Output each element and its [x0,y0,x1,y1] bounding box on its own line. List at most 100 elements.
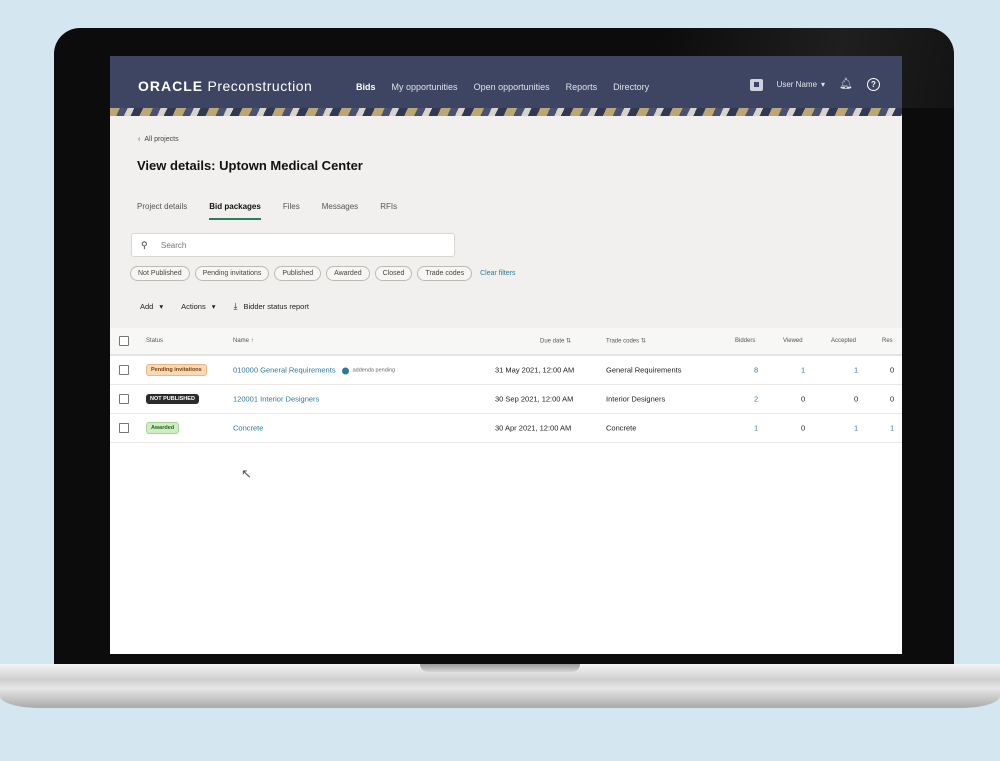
row-checkbox[interactable] [119,365,129,375]
caret-down-icon: ▾ [159,302,164,311]
search-box[interactable]: ⚲ [131,233,455,257]
table-row[interactable]: Awarded Concrete 30 Apr 2021, 12:00 AM C… [110,414,902,443]
download-icon: ⤓ [233,301,238,311]
tab-bid-packages[interactable]: Bid packages [209,202,261,220]
bidders-count-link[interactable]: 8 [754,366,758,375]
accepted-count-link[interactable]: 1 [854,366,858,375]
sort-asc-icon: ↑ [250,338,254,344]
product-name: Preconstruction [207,78,313,94]
tab-project-details[interactable]: Project details [137,202,187,220]
nav-item-my-opportunities[interactable]: My opportunities [392,82,458,92]
bidder-status-report-label: Bidder status report [243,302,309,311]
mouse-pointer-icon: ↖ [241,466,252,481]
nav-item-open-opportunities[interactable]: Open opportunities [474,82,550,92]
bidder-status-report-button[interactable]: ⤓ Bidder status report [234,301,309,312]
tab-messages[interactable]: Messages [322,202,358,220]
actions-button[interactable]: Actions ▾ [181,302,215,311]
row-checkbox[interactable] [119,423,129,433]
page-header-area [110,116,902,328]
messages-icon[interactable] [749,78,763,91]
col-trade-codes-label: Trade codes [606,338,640,345]
bidders-count-link[interactable]: 2 [754,395,758,404]
header-tools: User Name ▾ 🔔︎ ? [749,78,880,91]
package-name-link[interactable]: Concrete [233,424,263,433]
col-accepted[interactable]: Accepted [831,338,856,344]
app-header: ORACLE Preconstruction Bids My opportuni… [110,56,902,116]
chevron-left-icon: ‹ [138,136,141,143]
select-all-checkbox[interactable] [119,336,129,346]
filter-chip-awarded[interactable]: Awarded [326,266,370,281]
add-button[interactable]: Add ▾ [140,302,163,311]
nav-item-directory[interactable]: Directory [613,82,649,92]
nav-item-reports[interactable]: Reports [566,82,598,92]
package-name-link[interactable]: 120001 Interior Designers [233,395,319,404]
nav-item-bids[interactable]: Bids [356,82,376,92]
accepted-count-link[interactable]: 1 [854,424,858,433]
oracle-logo[interactable]: ORACLE Preconstruction [138,78,312,94]
bell-icon[interactable]: 🔔︎ [839,79,853,90]
breadcrumb-all-projects[interactable]: All projects [144,136,178,143]
table-row[interactable]: NOT PUBLISHED 120001 Interior Designers … [110,385,902,414]
tab-bar: Project details Bid packages Files Messa… [137,202,397,220]
search-icon: ⚲ [141,239,148,250]
status-badge: NOT PUBLISHED [146,394,199,404]
filter-chip-not-published[interactable]: Not Published [130,266,190,281]
info-dot-icon [341,367,349,375]
sort-icon: ⇅ [640,338,646,345]
main-nav: Bids My opportunities Open opportunities… [356,82,649,92]
filter-chip-closed[interactable]: Closed [374,266,413,281]
col-bidders[interactable]: Bidders [735,338,755,344]
accepted-count: 0 [854,394,859,404]
package-name-link[interactable]: 010000 General Requirements [233,366,336,375]
add-label: Add [140,302,154,311]
col-viewed[interactable]: Viewed [783,338,803,344]
breadcrumb[interactable]: ‹ All projects [138,136,179,143]
extra-count-link[interactable]: 1 [890,424,894,433]
trade-code-cell: General Requirements [606,365,682,375]
viewed-count-link[interactable]: 1 [801,366,805,375]
laptop-screen: ORACLE Preconstruction Bids My opportuni… [110,56,902,654]
filter-chip-published[interactable]: Published [274,266,322,281]
col-due-date[interactable]: Due date ⇅ [540,338,571,345]
bidders-count-link[interactable]: 1 [754,424,758,433]
due-date-cell: 30 Sep 2021, 12:00 AM [495,394,574,404]
status-badge: Awarded [146,422,180,434]
due-date-cell: 30 Apr 2021, 12:00 AM [495,423,572,433]
col-name-label: Name [233,338,250,344]
extra-count: 0 [890,365,895,375]
col-status[interactable]: Status [146,338,163,344]
bid-packages-table: Status Name ↑ Due date ⇅ Trade codes ⇅ B… [110,328,902,443]
package-name-cell: 010000 General Requirements addenda pendi… [233,366,395,375]
row-checkbox[interactable] [119,394,129,404]
col-name[interactable]: Name ↑ [233,338,254,344]
status-badge: Pending invitations [146,364,207,376]
filter-chip-trade-codes[interactable]: Trade codes [417,266,473,281]
table-header: Status Name ↑ Due date ⇅ Trade codes ⇅ B… [110,328,902,356]
clear-filters-link[interactable]: Clear filters [480,270,515,277]
action-toolbar: Add ▾ Actions ▾ ⤓ Bidder status report [140,301,309,312]
tab-rfis[interactable]: RFIs [380,202,397,220]
search-input[interactable] [159,239,443,251]
filter-chips: Not Published Pending invitations Publis… [130,266,515,281]
sort-icon: ⇅ [566,338,572,345]
actions-label: Actions [181,302,206,311]
caret-down-icon: ▾ [821,80,826,89]
help-icon[interactable]: ? [867,78,880,91]
col-trade-codes[interactable]: Trade codes ⇅ [606,338,646,345]
col-extra[interactable]: Res [882,338,893,344]
extra-count: 0 [890,394,895,404]
laptop-base-notch [420,664,580,672]
user-menu[interactable]: User Name ▾ [777,80,825,89]
col-due-date-label: Due date [540,338,565,345]
trade-code-cell: Concrete [606,423,637,433]
caret-down-icon: ▾ [211,302,216,311]
trade-code-cell: Interior Designers [606,394,666,404]
filter-chip-pending-invitations[interactable]: Pending invitations [194,266,270,281]
table-row[interactable]: Pending invitations 010000 General Requi… [110,356,902,385]
package-note: addenda pending [352,367,396,374]
page-title: View details: Uptown Medical Center [137,158,363,173]
tab-files[interactable]: Files [283,202,300,220]
brand-name: ORACLE [138,78,204,94]
header-pattern-strip [110,108,902,116]
viewed-count: 0 [801,423,806,433]
